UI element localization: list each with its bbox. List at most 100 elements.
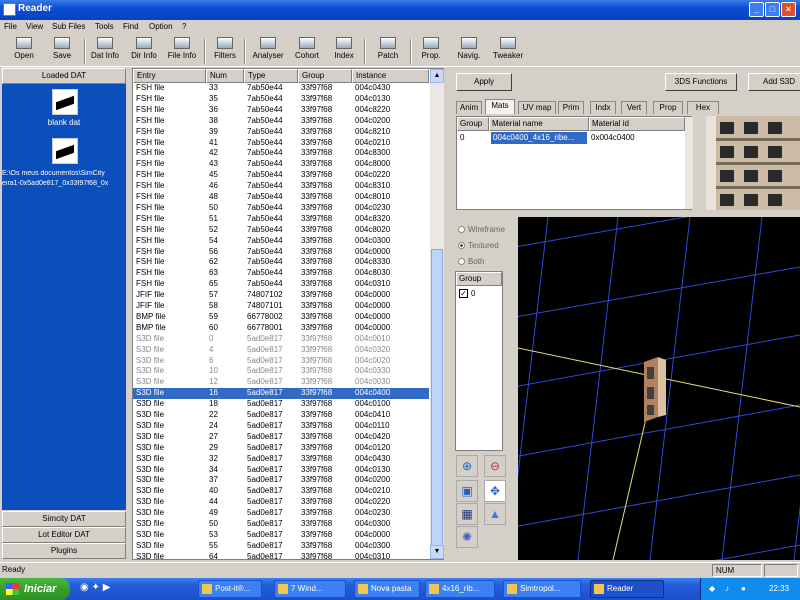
table-row[interactable]: S3D file 27 5ad0e817 33f97f68 004c0420 xyxy=(133,432,429,443)
table-row[interactable]: S3D file 32 5ad0e817 33f97f68 004c0430 xyxy=(133,454,429,465)
table-row[interactable]: FSH file 36 7ab50e44 33f97f68 004c8220 xyxy=(133,105,429,116)
column-material-id[interactable]: Material id xyxy=(589,117,685,131)
materials-scrollbar[interactable] xyxy=(685,117,693,209)
task-image[interactable]: 4x16_rib... xyxy=(425,580,495,598)
table-row[interactable]: FSH file 54 7ab50e44 33f97f68 004c0300 xyxy=(133,236,429,247)
table-row[interactable]: FSH file 48 7ab50e44 33f97f68 004c8010 xyxy=(133,192,429,203)
scroll-thumb[interactable] xyxy=(431,249,443,549)
table-row[interactable]: FSH file 38 7ab50e44 33f97f68 004c0200 xyxy=(133,116,429,127)
table-row[interactable]: FSH file 51 7ab50e44 33f97f68 004c8320 xyxy=(133,214,429,225)
table-row[interactable]: S3D file 55 5ad0e817 33f97f68 004c0300 xyxy=(133,541,429,552)
table-row[interactable]: S3D file 64 5ad0e817 33f97f68 004c0310 xyxy=(133,552,429,559)
table-row[interactable]: FSH file 33 7ab50e44 33f97f68 004c0430 xyxy=(133,83,429,94)
table-row[interactable]: JFIF file 57 74807102 33f97f68 004c0000 xyxy=(133,290,429,301)
group-checkbox[interactable]: ✓ xyxy=(459,289,468,298)
column-entry[interactable]: Entry xyxy=(133,69,206,83)
table-row[interactable]: JFIF file 58 74807101 33f97f68 004c0000 xyxy=(133,301,429,312)
menu-file[interactable]: File xyxy=(4,22,17,31)
column-group[interactable]: Group xyxy=(457,117,489,131)
apply-button[interactable]: Apply xyxy=(456,73,512,91)
column-num[interactable]: Num xyxy=(206,69,244,83)
table-row[interactable]: FSH file 42 7ab50e44 33f97f68 004c8300 xyxy=(133,148,429,159)
patch-button[interactable]: Patch xyxy=(373,36,403,66)
filters-button[interactable]: Filters xyxy=(210,36,240,66)
column-type[interactable]: Type xyxy=(244,69,298,83)
task-simtropolis[interactable]: Simtropol... xyxy=(503,580,581,598)
menu-help[interactable]: ? xyxy=(182,22,186,31)
task-reader[interactable]: Reader xyxy=(590,580,664,598)
scroll-down-icon[interactable]: ▼ xyxy=(430,545,444,559)
pyramid-icon[interactable]: ▲ xyxy=(484,503,506,525)
task-nova-pasta[interactable]: Nova pasta xyxy=(354,580,420,598)
table-row[interactable]: FSH file 46 7ab50e44 33f97f68 004c8310 xyxy=(133,181,429,192)
table-row[interactable]: S3D file 34 5ad0e817 33f97f68 004c0130 xyxy=(133,465,429,476)
3d-viewport[interactable] xyxy=(518,217,800,560)
prop-button[interactable]: Prop. xyxy=(417,36,445,66)
table-row[interactable]: FSH file 45 7ab50e44 33f97f68 004c0220 xyxy=(133,170,429,181)
table-row[interactable]: S3D file 22 5ad0e817 33f97f68 004c0410 xyxy=(133,410,429,421)
tab-anim[interactable]: Anim xyxy=(456,101,482,114)
tweaker-button[interactable]: Tweaker xyxy=(490,36,526,66)
material-group-cell[interactable]: 0 xyxy=(460,133,464,142)
tab-vert[interactable]: Vert xyxy=(621,101,647,114)
maximize-button[interactable]: □ xyxy=(765,2,780,17)
table-row[interactable]: S3D file 49 5ad0e817 33f97f68 004c0230 xyxy=(133,508,429,519)
messenger-icon[interactable]: ✦ xyxy=(92,582,100,593)
table-row[interactable]: S3D file 37 5ad0e817 33f97f68 004c0200 xyxy=(133,475,429,486)
table-row[interactable]: FSH file 39 7ab50e44 33f97f68 004c8210 xyxy=(133,127,429,138)
open-button[interactable]: Open xyxy=(10,36,38,66)
table-row[interactable]: S3D file 6 5ad0e817 33f97f68 004c0020 xyxy=(133,356,429,367)
table-row[interactable]: S3D file 44 5ad0e817 33f97f68 004c0220 xyxy=(133,497,429,508)
table-row[interactable]: S3D file 29 5ad0e817 33f97f68 004c0120 xyxy=(133,443,429,454)
table-row[interactable]: S3D file 50 5ad0e817 33f97f68 004c0300 xyxy=(133,519,429,530)
zoom-in-icon[interactable]: ⊕ xyxy=(456,455,478,477)
lighting-icon[interactable]: ✺ xyxy=(456,526,478,548)
save-button[interactable]: Save xyxy=(48,36,76,66)
plugins-header[interactable]: Plugins xyxy=(2,543,126,559)
table-row[interactable]: FSH file 41 7ab50e44 33f97f68 004c0210 xyxy=(133,138,429,149)
textured-radio[interactable]: Textured xyxy=(458,241,518,250)
table-row[interactable]: S3D file 40 5ad0e817 33f97f68 004c0210 xyxy=(133,486,429,497)
material-id-cell[interactable]: 0x004c0400 xyxy=(591,133,635,142)
rotate-view-icon[interactable]: ✥ xyxy=(484,480,506,502)
cohort-button[interactable]: Cohort xyxy=(291,36,323,66)
table-row[interactable]: FSH file 43 7ab50e44 33f97f68 004c8000 xyxy=(133,159,429,170)
table-row[interactable]: FSH file 56 7ab50e44 33f97f68 004c0000 xyxy=(133,247,429,258)
dir-info-button[interactable]: Dir Info xyxy=(127,36,161,66)
dat-item-filename[interactable]: eira1-0x5ad0e817_0x33f97f68_0x xyxy=(2,180,132,187)
table-row[interactable]: BMP file 59 66778002 33f97f68 004c0000 xyxy=(133,312,429,323)
table-row[interactable]: FSH file 52 7ab50e44 33f97f68 004c8020 xyxy=(133,225,429,236)
file-info-button[interactable]: File Info xyxy=(164,36,200,66)
table-row[interactable]: FSH file 50 7ab50e44 33f97f68 004c0230 xyxy=(133,203,429,214)
column-instance[interactable]: Instance xyxy=(352,69,429,83)
add-s3d-button[interactable]: Add S3D xyxy=(748,73,800,91)
table-row[interactable]: BMP file 60 66778001 33f97f68 004c0000 xyxy=(133,323,429,334)
navig-button[interactable]: Navig. xyxy=(454,36,484,66)
menu-sub-files[interactable]: Sub Files xyxy=(52,22,85,31)
tab-mats[interactable]: Mats xyxy=(485,99,515,114)
start-button[interactable]: Iniciar xyxy=(0,578,70,600)
zoom-out-icon[interactable]: ⊖ xyxy=(484,455,506,477)
menu-tools[interactable]: Tools xyxy=(95,22,114,31)
dat-info-button[interactable]: Dat Info xyxy=(88,36,122,66)
dat-file-icon[interactable] xyxy=(52,89,78,115)
fit-view-icon[interactable]: ▣ xyxy=(456,480,478,502)
table-row[interactable]: S3D file 0 5ad0e817 33f97f68 004c0010 xyxy=(133,334,429,345)
loaded-dat-header[interactable]: Loaded DAT xyxy=(2,68,126,84)
minimize-button[interactable]: _ xyxy=(749,2,764,17)
wireframe-radio[interactable]: Wireframe xyxy=(458,225,518,234)
tab-prop[interactable]: Prop xyxy=(653,101,683,114)
grid-icon[interactable]: ▦ xyxy=(456,503,478,525)
table-row[interactable]: S3D file 53 5ad0e817 33f97f68 004c0000 xyxy=(133,530,429,541)
3ds-functions-button[interactable]: 3DS Functions xyxy=(665,73,737,91)
menu-option[interactable]: Option xyxy=(149,22,173,31)
table-row[interactable]: S3D file 16 5ad0e817 33f97f68 004c0400 xyxy=(133,388,429,400)
table-row[interactable]: FSH file 65 7ab50e44 33f97f68 004c0310 xyxy=(133,279,429,290)
task-windows[interactable]: 7 Wind... xyxy=(274,580,346,598)
tab-prim[interactable]: Prim xyxy=(558,101,584,114)
index-button[interactable]: Index xyxy=(330,36,358,66)
table-row[interactable]: S3D file 12 5ad0e817 33f97f68 004c0030 xyxy=(133,377,429,388)
table-row[interactable]: S3D file 10 5ad0e817 33f97f68 004c0330 xyxy=(133,366,429,377)
dat-item-blank[interactable]: blank dat xyxy=(2,118,126,127)
tab-uv-map[interactable]: UV map xyxy=(518,101,556,114)
